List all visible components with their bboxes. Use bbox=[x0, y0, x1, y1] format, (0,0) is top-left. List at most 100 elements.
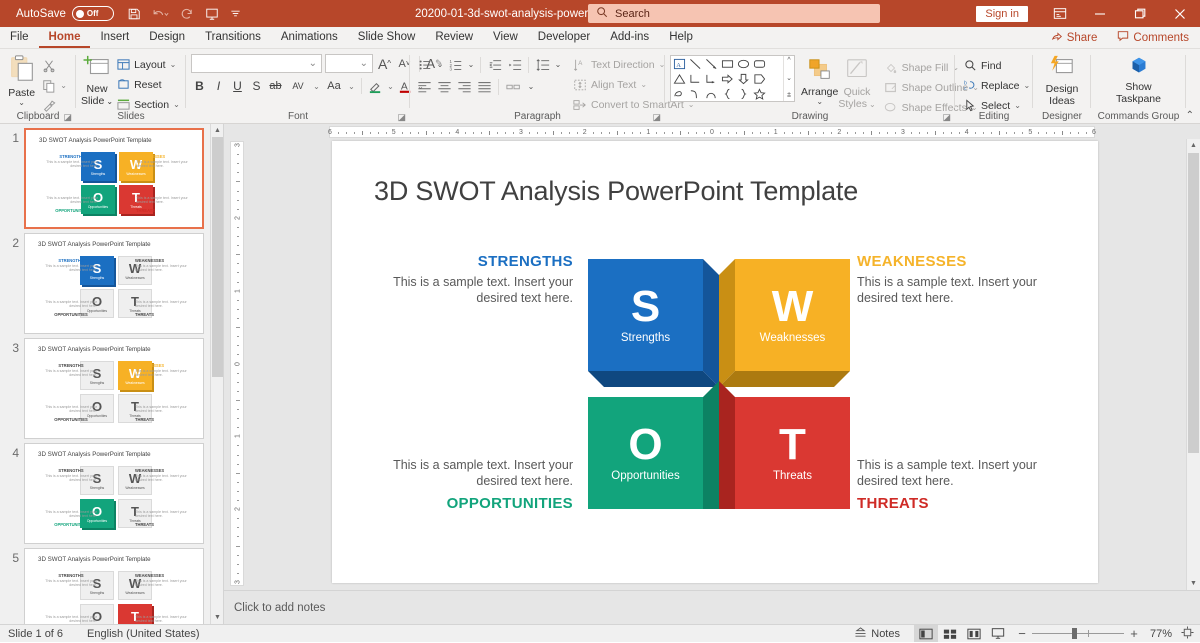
close-button[interactable] bbox=[1160, 0, 1200, 27]
quick-styles-button[interactable]: Quick Styles ⌄ bbox=[838, 55, 875, 110]
tab-slide-show[interactable]: Slide Show bbox=[348, 27, 426, 48]
shape-textbox-icon[interactable]: A bbox=[671, 56, 687, 71]
chevron-down-icon[interactable]: ⌄ bbox=[309, 58, 317, 69]
change-case-button[interactable]: Aa bbox=[323, 77, 345, 95]
text-highlight-color-button[interactable] bbox=[367, 77, 384, 95]
reading-view-button[interactable] bbox=[962, 625, 986, 642]
slide-show-view-button[interactable] bbox=[986, 625, 1010, 642]
design-ideas-button[interactable]: Design Ideas bbox=[1038, 52, 1086, 107]
tab-home[interactable]: Home bbox=[39, 27, 91, 48]
replace-button[interactable]: bc Replace ⌄ bbox=[960, 76, 1034, 95]
opportunities-text-block[interactable]: This is a sample text. Insert your desir… bbox=[388, 457, 573, 512]
line-spacing-button[interactable] bbox=[533, 55, 552, 74]
swot-quadrant-weaknesses[interactable]: W Weaknesses bbox=[735, 259, 850, 371]
new-slide-button[interactable]: New Slide ⌄ bbox=[81, 52, 113, 107]
chevron-down-icon[interactable]: ⌄ bbox=[816, 99, 823, 105]
chevron-down-icon[interactable]: ⌄ bbox=[466, 55, 476, 74]
chevron-down-icon[interactable]: ⌄ bbox=[347, 77, 356, 95]
underline-button[interactable]: U bbox=[229, 77, 246, 95]
tab-review[interactable]: Review bbox=[425, 27, 483, 48]
thumbnail-item-1[interactable]: 13D SWOT Analysis PowerPoint TemplateSSt… bbox=[0, 124, 223, 229]
shape-arc-icon[interactable] bbox=[703, 86, 719, 101]
autosave-control[interactable]: AutoSave Off bbox=[16, 6, 114, 21]
zoom-control[interactable]: − + 77% bbox=[1016, 626, 1194, 642]
sign-in-button[interactable]: Sign in bbox=[976, 6, 1028, 22]
chevron-down-icon[interactable]: ⌄ bbox=[435, 55, 445, 74]
customize-quick-access-icon[interactable] bbox=[230, 8, 241, 19]
chevron-down-icon[interactable]: ⌄ bbox=[526, 77, 536, 96]
paragraph-dialog-launcher[interactable]: ◪ bbox=[652, 112, 661, 123]
character-spacing-button[interactable]: AV bbox=[286, 77, 310, 95]
minimize-button[interactable] bbox=[1080, 0, 1120, 27]
editor-vertical-scrollbar[interactable]: ▲ ▼ bbox=[1186, 139, 1200, 590]
decrease-indent-button[interactable] bbox=[485, 55, 504, 74]
shape-line-icon[interactable] bbox=[687, 56, 703, 71]
fit-to-window-icon[interactable] bbox=[1181, 626, 1194, 642]
comments-button[interactable]: Comments bbox=[1110, 28, 1196, 47]
undo-icon[interactable] bbox=[152, 7, 169, 21]
tab-insert[interactable]: Insert bbox=[90, 27, 139, 48]
tab-file[interactable]: File bbox=[0, 27, 39, 48]
clipboard-dialog-launcher[interactable]: ◪ bbox=[63, 112, 72, 123]
align-center-button[interactable] bbox=[435, 77, 454, 96]
tab-add-ins[interactable]: Add-ins bbox=[600, 27, 659, 48]
search-box[interactable]: Search bbox=[588, 4, 880, 23]
swot-quadrant-strengths[interactable]: S Strengths bbox=[588, 259, 703, 371]
autosave-toggle[interactable]: Off bbox=[72, 6, 114, 21]
slide-canvas[interactable]: 3D SWOT Analysis PowerPoint Template STR… bbox=[332, 141, 1098, 583]
shapes-more-icon[interactable]: ⩲ bbox=[787, 92, 791, 100]
chevron-down-icon[interactable]: ⌄ bbox=[1024, 81, 1031, 90]
horizontal-ruler[interactable]: 6543210123456 bbox=[224, 124, 1200, 139]
bold-button[interactable]: B bbox=[191, 77, 208, 95]
restore-button[interactable] bbox=[1120, 0, 1160, 27]
align-left-button[interactable] bbox=[415, 77, 434, 96]
thumbnail-scrollbar[interactable]: ▲ ▼ bbox=[210, 124, 223, 624]
language-indicator[interactable]: English (United States) bbox=[87, 628, 200, 640]
shape-curve-icon[interactable] bbox=[687, 86, 703, 101]
slide-thumbnail-pane[interactable]: 13D SWOT Analysis PowerPoint TemplateSSt… bbox=[0, 124, 224, 624]
shape-left-brace-icon[interactable] bbox=[719, 86, 735, 101]
search-input[interactable]: Search bbox=[615, 8, 650, 20]
shape-star-icon[interactable] bbox=[751, 86, 767, 101]
shape-rectangle-icon[interactable] bbox=[719, 56, 735, 71]
vertical-ruler[interactable]: 3210123 bbox=[230, 141, 244, 586]
tab-developer[interactable]: Developer bbox=[528, 27, 600, 48]
chevron-down-icon[interactable]: ⌄ bbox=[312, 77, 321, 95]
shape-arrow-icon[interactable] bbox=[703, 56, 719, 71]
zoom-slider-track[interactable] bbox=[1032, 633, 1124, 634]
shape-right-brace-icon[interactable] bbox=[735, 86, 751, 101]
normal-view-button[interactable] bbox=[914, 625, 938, 642]
text-shadow-button[interactable]: S bbox=[248, 77, 265, 95]
shape-right-arrow-icon[interactable] bbox=[719, 71, 735, 86]
slide-counter[interactable]: Slide 1 of 6 bbox=[8, 628, 63, 640]
share-button[interactable]: Share bbox=[1044, 28, 1105, 47]
swot-quadrant-threats[interactable]: T Threats bbox=[735, 397, 850, 509]
shape-pentagon-icon[interactable] bbox=[751, 71, 767, 86]
redo-icon[interactable] bbox=[180, 7, 194, 21]
notes-pane[interactable]: Click to add notes bbox=[224, 590, 1200, 624]
thumbnail-slide[interactable]: 3D SWOT Analysis PowerPoint TemplateSStr… bbox=[24, 128, 204, 229]
ribbon-display-options-icon[interactable] bbox=[1040, 0, 1080, 27]
thumbnail-slide[interactable]: 3D SWOT Analysis PowerPoint TemplateSStr… bbox=[24, 548, 204, 624]
chevron-down-icon[interactable]: ⌄ bbox=[640, 80, 647, 89]
shapes-scrollbar[interactable]: ^ ⌄ ⩲ bbox=[783, 56, 794, 101]
scrollbar-thumb[interactable] bbox=[1188, 153, 1199, 453]
shape-elbow-arrow-icon[interactable] bbox=[703, 71, 719, 86]
notes-button[interactable]: Notes bbox=[854, 627, 900, 641]
copy-button[interactable]: ⌄ bbox=[38, 76, 71, 95]
thumbnail-item-4[interactable]: 43D SWOT Analysis PowerPoint TemplateSSt… bbox=[0, 439, 223, 544]
collapse-ribbon-button[interactable]: ⌃ bbox=[1186, 110, 1194, 121]
shape-triangle-icon[interactable] bbox=[671, 71, 687, 86]
reset-button[interactable]: Reset bbox=[113, 75, 184, 94]
slide-sorter-view-button[interactable] bbox=[938, 625, 962, 642]
chevron-down-icon[interactable]: ⌄ bbox=[18, 100, 25, 106]
strengths-text-block[interactable]: STRENGTHS This is a sample text. Insert … bbox=[388, 253, 573, 306]
thumbnail-item-3[interactable]: 33D SWOT Analysis PowerPoint TemplateSSt… bbox=[0, 334, 223, 439]
justify-button[interactable] bbox=[475, 77, 494, 96]
slide-title[interactable]: 3D SWOT Analysis PowerPoint Template bbox=[374, 176, 858, 207]
swot-quadrant-opportunities[interactable]: O Opportunities bbox=[588, 397, 703, 509]
chevron-down-icon[interactable]: ⌄ bbox=[360, 58, 368, 69]
scroll-up-icon[interactable]: ▲ bbox=[211, 124, 224, 137]
scrollbar-thumb[interactable] bbox=[212, 137, 223, 377]
chevron-down-icon[interactable]: ⌄ bbox=[869, 99, 876, 110]
